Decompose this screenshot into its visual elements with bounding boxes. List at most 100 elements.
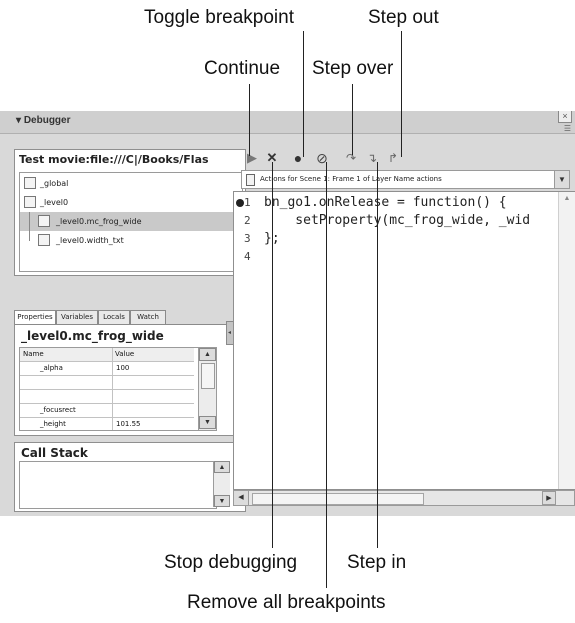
debug-toolbar: ▶ ✕ ● ⊘ ↷ ↴ ↱ — [233, 148, 575, 168]
movieclip-icon — [24, 196, 36, 208]
col-name-header-text: Name — [23, 350, 44, 358]
table-row[interactable]: _height 101.55 — [20, 418, 194, 430]
movieclip-icon — [24, 177, 36, 189]
leader-line-remove-all-breakpoints — [326, 162, 327, 588]
continue-icon[interactable]: ▶ — [245, 151, 259, 165]
scroll-up-arrow-icon[interactable]: ▲ — [559, 192, 575, 206]
tree-item-label: _global — [40, 179, 69, 188]
line-4: 4 — [234, 250, 574, 268]
code-text: bn_go1.onRelease = function() { — [264, 195, 507, 210]
tab-properties[interactable]: Properties — [14, 310, 56, 325]
tree-item-label: _level0 — [40, 198, 69, 207]
actions-dropdown-label: Actions for Scene 1: Frame 1 of Layer Na… — [260, 175, 442, 183]
table-row[interactable] — [20, 376, 194, 390]
tree-item-label: _level0.width_txt — [56, 236, 124, 245]
tree-item-width-txt[interactable]: _level0.width_txt — [20, 231, 242, 250]
tree-connector — [29, 231, 30, 241]
leader-line-continue — [249, 84, 250, 156]
scroll-up-arrow-icon[interactable]: ▲ — [199, 348, 216, 361]
textfield-icon — [38, 234, 50, 246]
callout-step-out: Step out — [368, 7, 439, 28]
line-3: 3 }; — [234, 231, 574, 250]
call-stack-scrollbar[interactable]: ▲ ▼ — [213, 461, 230, 507]
debugger-titlebar[interactable]: ▾ Debugger × ☰ — [0, 111, 575, 134]
close-icon[interactable]: × — [558, 111, 572, 123]
table-row[interactable] — [20, 390, 194, 404]
line-number: 4 — [244, 250, 251, 263]
tree-item-label: _level0.mc_frog_wide — [56, 217, 142, 226]
chevron-down-icon[interactable]: ▼ — [554, 171, 569, 188]
call-stack-title: Call Stack — [21, 446, 88, 460]
script-icon — [246, 174, 255, 186]
collapse-arrow-icon: ◂ — [228, 330, 232, 336]
scroll-down-arrow-icon[interactable]: ▼ — [199, 416, 216, 429]
cell-name: _alpha — [20, 362, 113, 375]
scroll-left-arrow-icon[interactable]: ◀ — [234, 491, 249, 505]
line-number: 2 — [244, 214, 251, 227]
step-over-icon[interactable]: ↷ — [344, 151, 358, 165]
leader-line-stop-debugging — [272, 162, 273, 548]
panel-title-text: Debugger — [23, 115, 71, 126]
panel-title: ▾ Debugger — [16, 115, 71, 126]
scroll-down-arrow-icon[interactable]: ▼ — [214, 495, 230, 507]
code-vscroll[interactable]: ▲ — [558, 192, 575, 489]
callout-step-over: Step over — [312, 58, 394, 79]
tree-item-global[interactable]: _global — [20, 174, 242, 193]
grid-header: Name Value — [20, 348, 194, 362]
callout-remove-all-breakpoints: Remove all breakpoints — [187, 592, 386, 613]
col-value-header: Value — [115, 350, 135, 358]
code-text: setProperty(mc_frog_wide, _wid — [264, 213, 531, 228]
leader-line-step-over — [352, 84, 353, 155]
call-stack-list[interactable] — [19, 461, 217, 509]
callout-step-in: Step in — [347, 552, 407, 573]
code-editor[interactable]: 1 bn_go1.onRelease = function() { 2 setP… — [233, 191, 575, 490]
cell-name: _height — [20, 418, 113, 430]
cell-name-text: _height — [40, 420, 66, 428]
hscroll-thumb[interactable] — [252, 493, 424, 505]
movie-tree-box: Test movie:file:///C|/Books/Flas _global… — [14, 149, 246, 276]
callout-stop-debugging: Stop debugging — [164, 552, 298, 573]
cell-name — [20, 390, 113, 403]
tab-variables[interactable]: Variables — [56, 310, 98, 324]
tree-item-level0[interactable]: _level0 — [20, 193, 242, 212]
movieclip-icon — [38, 215, 50, 227]
tab-locals[interactable]: Locals — [98, 310, 130, 324]
table-row[interactable]: _alpha 100 — [20, 362, 194, 376]
line-number: 1 — [244, 196, 251, 209]
tree-list: _global _level0 _level0.mc_frog_wide _le… — [19, 172, 243, 272]
cell-name — [20, 376, 113, 389]
leader-line-toggle-breakpoint — [303, 31, 304, 157]
call-stack-panel: Call Stack ▲ ▼ — [14, 442, 246, 512]
properties-target: _level0.mc_frog_wide — [21, 329, 164, 343]
table-row[interactable]: _focusrect — [20, 404, 194, 418]
cell-name-text: _alpha — [40, 364, 63, 372]
right-pane: ▶ ✕ ● ⊘ ↷ ↴ ↱ Actions for Scene 1: Frame… — [233, 148, 575, 514]
callout-toggle-breakpoint: Toggle breakpoint — [144, 7, 294, 28]
cell-name: _focusrect — [20, 404, 113, 417]
debugger-window: ▾ Debugger × ☰ Test movie:file:///C|/Boo… — [0, 111, 575, 516]
properties-panel: _level0.mc_frog_wide Name Value _alpha 1… — [14, 324, 246, 436]
properties-grid: Name Value _alpha 100 _focusrect _height… — [19, 347, 217, 431]
breakpoint-marker-icon[interactable] — [236, 199, 244, 207]
callout-continue: Continue — [204, 58, 281, 79]
left-pane: Test movie:file:///C|/Books/Flas _global… — [14, 149, 246, 514]
cell-value[interactable]: 100 — [116, 364, 129, 372]
actions-dropdown[interactable]: Actions for Scene 1: Frame 1 of Layer Na… — [241, 170, 570, 189]
tree-connector — [29, 212, 30, 232]
properties-scrollbar[interactable]: ▲ ▼ — [198, 348, 216, 430]
leader-line-step-in — [377, 162, 378, 548]
options-menu-icon[interactable]: ☰ — [564, 124, 571, 133]
tree-item-mc-frog-wide[interactable]: _level0.mc_frog_wide — [20, 212, 242, 232]
line-number: 3 — [244, 232, 251, 245]
scroll-thumb[interactable] — [201, 363, 215, 389]
line-1: 1 bn_go1.onRelease = function() { — [234, 195, 574, 214]
tab-watch[interactable]: Watch — [130, 310, 166, 324]
code-hscroll[interactable]: ◀ ▶ — [233, 490, 575, 506]
scroll-up-arrow-icon[interactable]: ▲ — [214, 461, 230, 473]
cell-name-text: _focusrect — [40, 406, 76, 414]
movie-path: Test movie:file:///C|/Books/Flas — [19, 153, 209, 166]
scroll-right-arrow-icon[interactable]: ▶ — [542, 491, 556, 505]
cell-value[interactable]: 101.55 — [116, 420, 141, 428]
col-name-header: Name — [20, 348, 113, 361]
step-out-icon[interactable]: ↱ — [386, 151, 400, 165]
